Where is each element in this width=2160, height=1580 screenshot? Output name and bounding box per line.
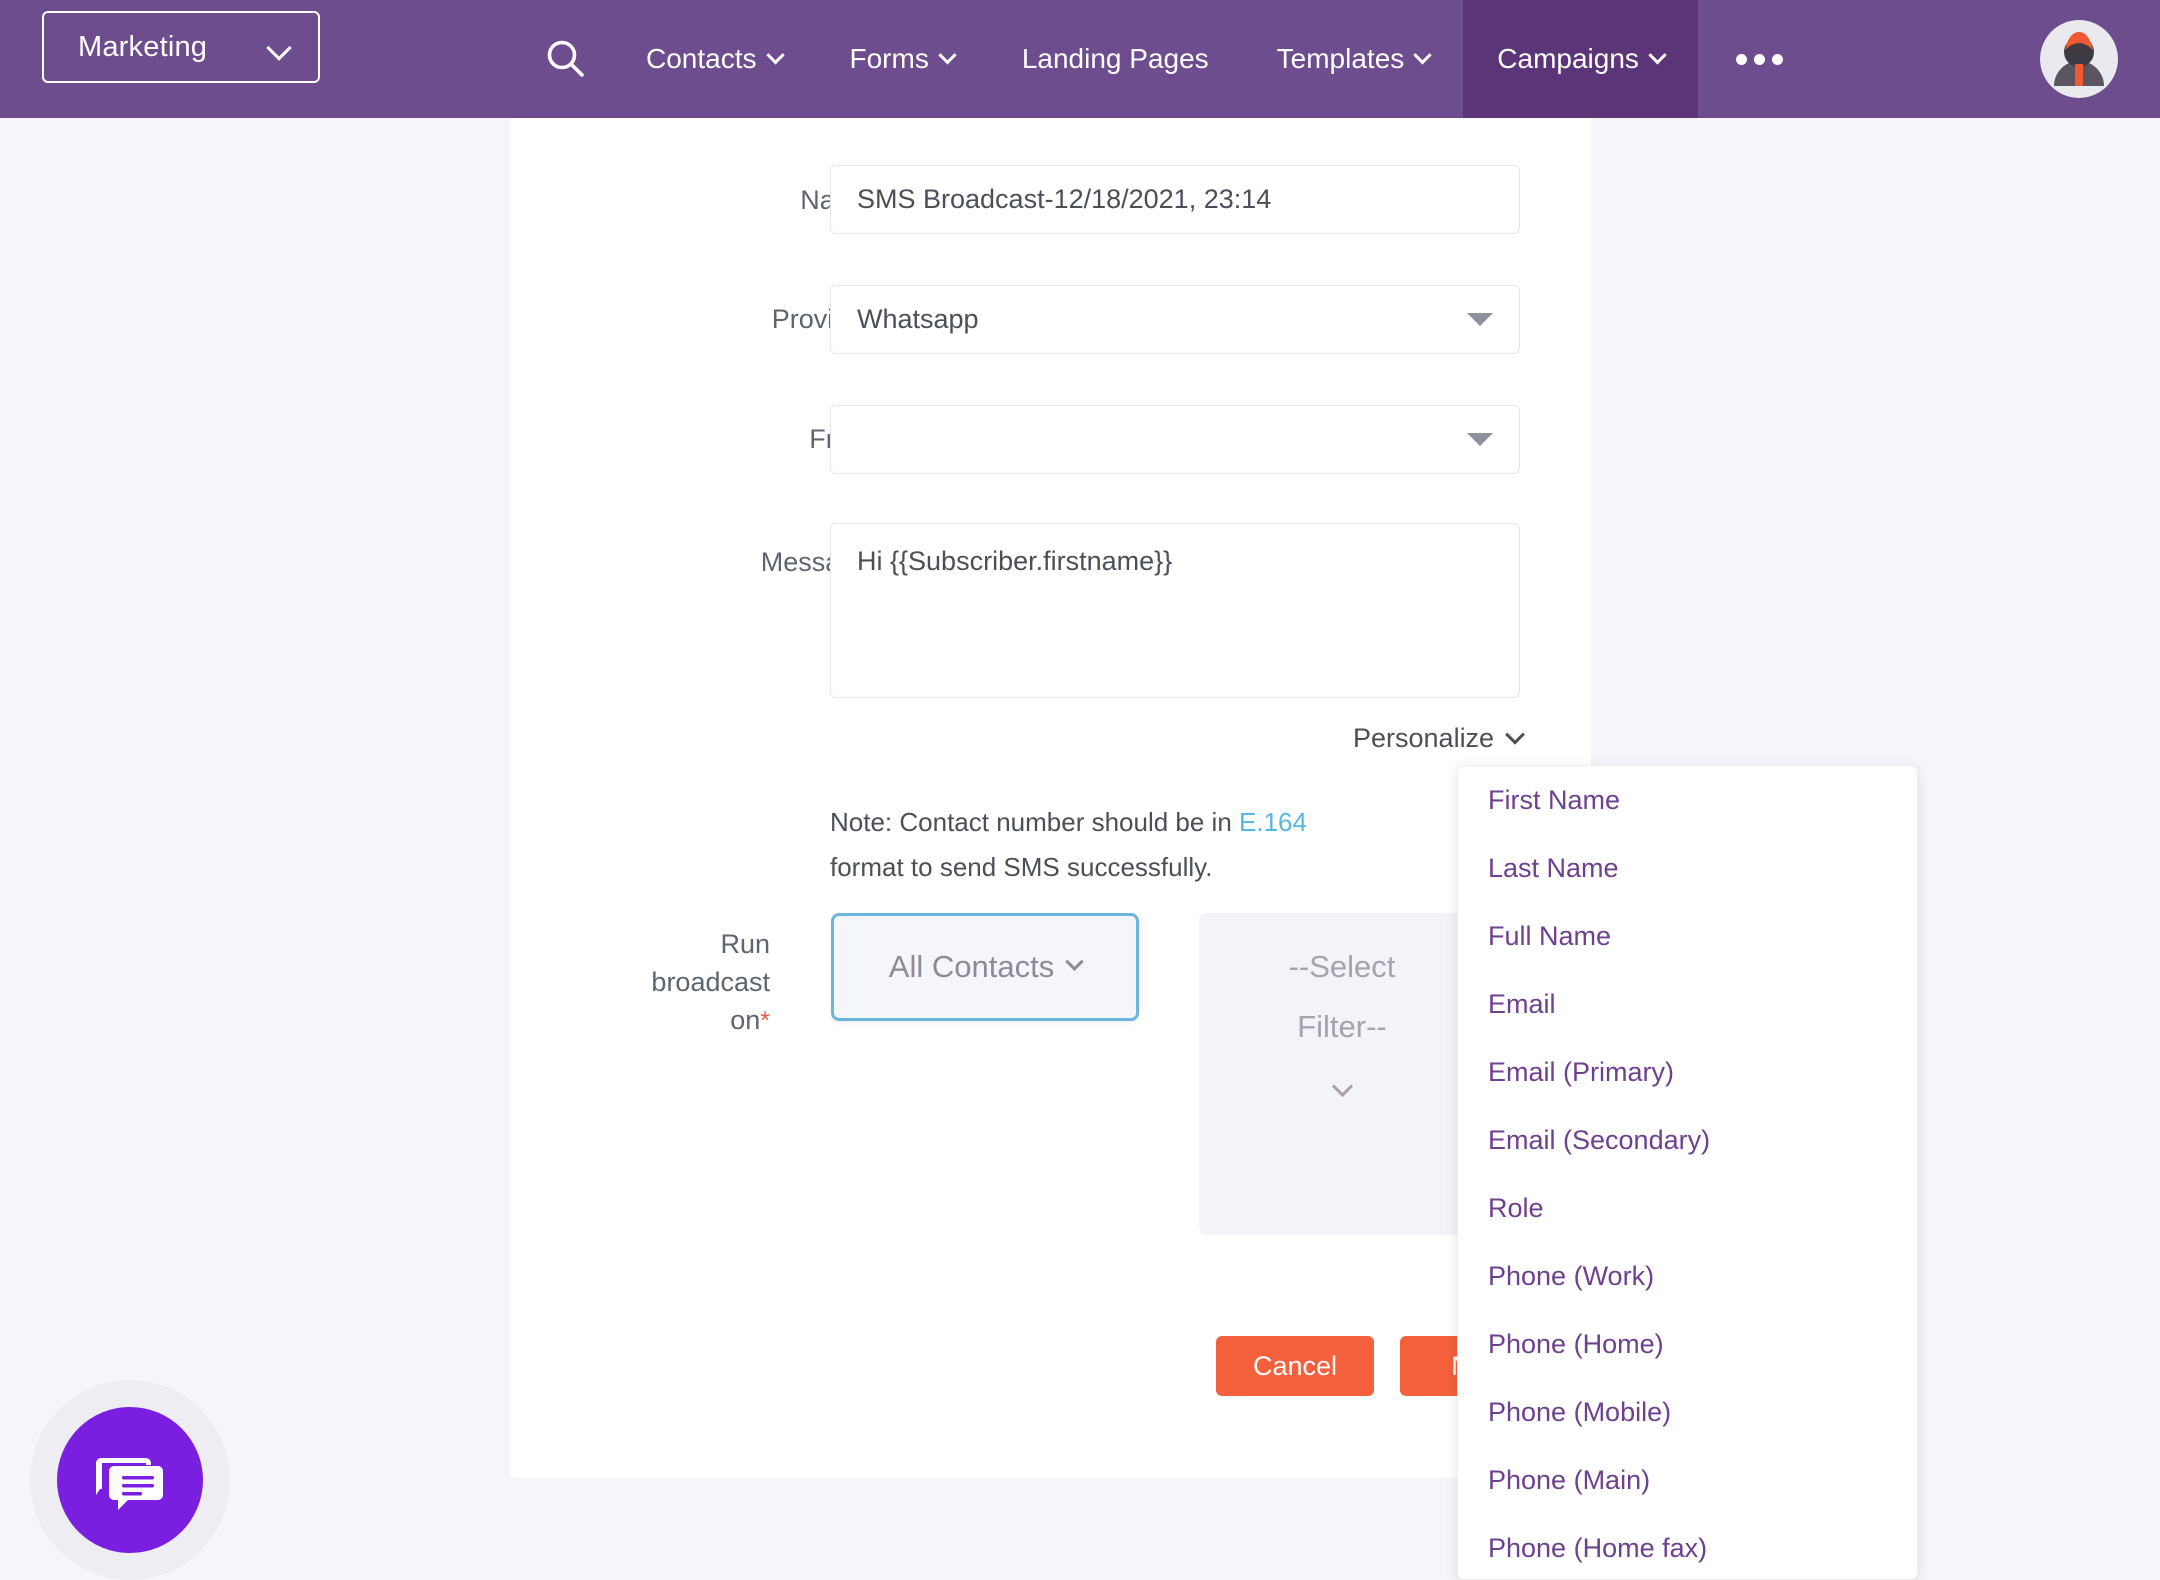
personalize-option-email-primary[interactable]: Email (Primary) (1458, 1038, 1917, 1106)
personalize-option-phone-home[interactable]: Phone (Home) (1458, 1310, 1917, 1378)
personalize-option-phone-main[interactable]: Phone (Main) (1458, 1446, 1917, 1514)
nav-item-templates[interactable]: Templates (1243, 0, 1464, 118)
nav-item-label: Campaigns (1497, 43, 1639, 74)
e164-link[interactable]: E.164 (1239, 807, 1307, 837)
name-input[interactable]: SMS Broadcast-12/18/2021, 23:14 (830, 165, 1520, 234)
provider-select-value: Whatsapp (857, 304, 979, 334)
select-filter-line1: --Select (1288, 949, 1396, 984)
run-broadcast-on-label: Run broadcast on* (598, 925, 770, 1040)
personalize-option-last-name[interactable]: Last Name (1458, 834, 1917, 902)
page-root: Marketing Contacts Forms Landing Pages T… (0, 0, 2160, 1580)
triangle-down-icon (1467, 433, 1493, 446)
select-filter-line2: Filter-- (1297, 1009, 1387, 1044)
chevron-down-icon (1505, 724, 1525, 745)
note-suffix: format to send SMS successfully. (830, 852, 1213, 882)
personalize-label: Personalize (1353, 723, 1495, 753)
all-contacts-label: All Contacts (888, 949, 1055, 984)
nav-item-label: Landing Pages (1021, 43, 1209, 74)
nav-item-label: Templates (1276, 43, 1405, 74)
personalize-option-phone-home-fax[interactable]: Phone (Home fax) (1458, 1514, 1917, 1579)
triangle-down-icon (1467, 313, 1493, 326)
nav-item-campaigns[interactable]: Campaigns (1463, 0, 1698, 118)
select-filter-selector[interactable]: --Select Filter-- (1199, 913, 1485, 1235)
run-broadcast-line2: on (730, 1005, 761, 1035)
marketing-label: Marketing (78, 30, 208, 63)
required-asterisk: * (760, 1007, 770, 1035)
personalize-option-email-secondary[interactable]: Email (Secondary) (1458, 1106, 1917, 1174)
personalize-option-phone-mobile[interactable]: Phone (Mobile) (1458, 1378, 1917, 1446)
top-navigation-bar: Marketing Contacts Forms Landing Pages T… (0, 0, 2160, 118)
run-broadcast-line1: Run broadcast (651, 929, 770, 997)
chevron-down-icon (1413, 45, 1432, 64)
chevron-down-icon (1065, 952, 1084, 971)
provider-select[interactable]: Whatsapp (830, 285, 1520, 354)
nav-item-label: Forms (849, 43, 929, 74)
nav-item-label: Contacts (646, 43, 757, 74)
personalize-option-full-name[interactable]: Full Name (1458, 902, 1917, 970)
personalize-dropdown-trigger[interactable]: Personalize (1353, 723, 1525, 754)
cancel-button[interactable]: Cancel (1216, 1336, 1374, 1396)
personalize-dropdown-panel: First Name Last Name Full Name Email Ema… (1457, 765, 1918, 1580)
message-textarea-value: Hi {{Subscriber.firstname}} (857, 546, 1173, 576)
ellipsis-icon[interactable] (1698, 0, 1821, 118)
nav-item-landing-pages[interactable]: Landing Pages (988, 0, 1243, 118)
personalize-option-role[interactable]: Role (1458, 1174, 1917, 1242)
chevron-down-icon (765, 45, 785, 64)
chevron-down-icon (1648, 45, 1667, 64)
personalize-option-phone-work[interactable]: Phone (Work) (1458, 1242, 1917, 1310)
nav-items: Contacts Forms Landing Pages Templates C… (520, 0, 1821, 118)
message-textarea[interactable]: Hi {{Subscriber.firstname}} (830, 523, 1520, 698)
note-prefix: Note: Contact number should be in (830, 807, 1240, 837)
chat-widget-button[interactable] (57, 1407, 203, 1553)
e164-note: Note: Contact number should be in E.164 … (830, 800, 1370, 890)
all-contacts-selector[interactable]: All Contacts (831, 913, 1139, 1021)
name-input-value: SMS Broadcast-12/18/2021, 23:14 (857, 184, 1272, 214)
personalize-option-first-name[interactable]: First Name (1458, 766, 1917, 834)
chevron-down-icon (938, 45, 957, 64)
marketing-app-switcher[interactable]: Marketing (42, 11, 320, 83)
chevron-down-icon (1331, 1075, 1353, 1098)
search-icon[interactable] (520, 0, 612, 118)
avatar[interactable] (2040, 20, 2118, 98)
from-select[interactable] (830, 405, 1520, 474)
nav-item-contacts[interactable]: Contacts (612, 0, 816, 118)
personalize-option-email[interactable]: Email (1458, 970, 1917, 1038)
nav-item-forms[interactable]: Forms (816, 0, 988, 118)
chat-bubble-icon (96, 1458, 163, 1510)
